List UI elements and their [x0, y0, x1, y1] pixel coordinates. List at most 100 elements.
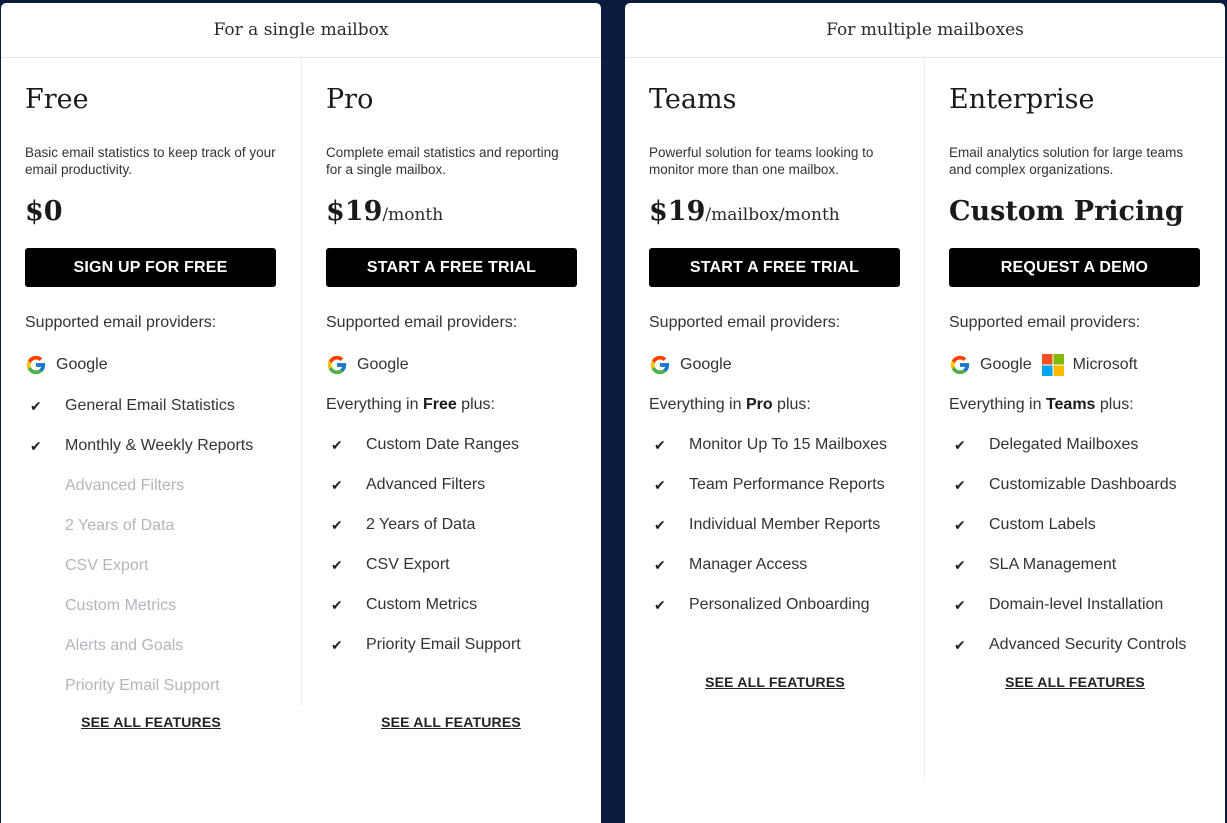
feature-item: ✔ Custom Metrics	[326, 585, 577, 625]
checkmark-icon: ✔	[331, 516, 343, 533]
everything-prefix: Everything in	[326, 396, 423, 413]
feature-label: Priority Email Support	[65, 677, 220, 694]
see-all-features-link[interactable]: SEE ALL FEATURES	[301, 714, 601, 730]
plan-price: $19/mailbox/month	[649, 190, 900, 234]
start-free-trial-button[interactable]: START A FREE TRIAL	[649, 248, 900, 287]
feature-label: Priority Email Support	[366, 636, 521, 653]
feature-item: 2 Years of Data	[25, 506, 277, 546]
everything-prefix: Everything in	[649, 396, 746, 413]
plan-card-free: Free Basic email statistics to keep trac…	[1, 58, 301, 706]
feature-item: ✔ Advanced Filters	[326, 465, 577, 505]
feature-label: Team Performance Reports	[689, 476, 885, 493]
feature-list: ✔ Custom Date Ranges ✔ Advanced Filters ✔ 2 Y…	[326, 425, 577, 665]
providers-list: Google	[326, 353, 577, 377]
plan-price: $0	[25, 190, 277, 234]
feature-item: CSV Export	[25, 546, 277, 586]
checkmark-icon: ✔	[654, 556, 666, 573]
group-title: For multiple mailboxes	[625, 3, 1225, 58]
feature-label: Personalized Onboarding	[689, 596, 870, 613]
checkmark-icon: ✔	[954, 436, 966, 453]
plan-name: Pro	[326, 84, 374, 115]
plan-description: Email analytics solution for large teams…	[949, 145, 1184, 177]
feature-label: SLA Management	[989, 556, 1117, 573]
see-all-features-link[interactable]: SEE ALL FEATURES	[1, 714, 301, 730]
checkmark-icon: ✔	[331, 476, 343, 493]
microsoft-icon	[1041, 354, 1064, 376]
google-icon	[327, 355, 347, 375]
see-all-features-link[interactable]: SEE ALL FEATURES	[925, 674, 1225, 690]
feature-label: 2 Years of Data	[366, 516, 476, 533]
everything-prefix: Everything in	[949, 396, 1046, 413]
providers-list: Google Microsoft	[949, 353, 1201, 377]
checkmark-icon: ✔	[331, 436, 343, 453]
everything-in-label: Everything in Pro plus:	[649, 396, 900, 416]
see-all-features-link-text[interactable]: SEE ALL FEATURES	[81, 714, 221, 730]
feature-item: ✔ Monthly & Weekly Reports	[25, 426, 277, 466]
feature-item: ✔ Delegated Mailboxes	[949, 425, 1201, 465]
provider-label: Google	[980, 356, 1032, 373]
feature-label: Customizable Dashboards	[989, 476, 1177, 493]
feature-list: ✔ General Email Statistics ✔ Monthly & Week…	[25, 386, 277, 706]
plan-card-enterprise: Enterprise Email analytics solution for …	[925, 58, 1225, 778]
price-amount: $0	[25, 196, 63, 227]
providers-label: Supported email providers:	[649, 314, 841, 331]
feature-item: ✔ Individual Member Reports	[649, 505, 900, 545]
price-amount: $19	[649, 196, 706, 227]
feature-item: Advanced Filters	[25, 466, 277, 506]
providers-label: Supported email providers:	[25, 314, 217, 331]
google-icon	[950, 355, 970, 375]
feature-label: 2 Years of Data	[65, 517, 175, 534]
provider-label: Google	[680, 356, 732, 373]
everything-suffix: plus:	[1095, 396, 1134, 413]
feature-label: General Email Statistics	[65, 397, 235, 414]
feature-label: Advanced Security Controls	[989, 636, 1187, 653]
feature-label: Advanced Filters	[366, 476, 486, 493]
feature-label: Manager Access	[689, 556, 808, 573]
provider-google: Google	[326, 354, 409, 376]
feature-item: ✔ Manager Access	[649, 545, 900, 585]
feature-item: ✔ General Email Statistics	[25, 386, 277, 426]
checkmark-icon: ✔	[331, 636, 343, 653]
feature-label: Individual Member Reports	[689, 516, 881, 533]
providers-list: Google	[25, 353, 277, 377]
feature-item: ✔ Domain-level Installation	[949, 585, 1201, 625]
see-all-features-link-text[interactable]: SEE ALL FEATURES	[1005, 674, 1145, 690]
everything-plan: Teams	[1045, 396, 1096, 413]
sign-up-free-button[interactable]: SIGN UP FOR FREE	[25, 248, 276, 287]
checkmark-icon: ✔	[654, 436, 666, 453]
provider-label: Google	[357, 356, 409, 373]
start-free-trial-button[interactable]: START A FREE TRIAL	[326, 248, 577, 287]
plan-description: Complete email statistics and reporting …	[326, 145, 559, 177]
feature-label: CSV Export	[65, 557, 149, 574]
provider-google: Google	[949, 354, 1032, 376]
checkmark-icon: ✔	[954, 636, 966, 653]
feature-item: ✔ Priority Email Support	[326, 625, 577, 665]
feature-label: Alerts and Goals	[65, 637, 184, 654]
group-title: For a single mailbox	[1, 3, 601, 58]
feature-item: ✔ Monitor Up To 15 Mailboxes	[649, 425, 900, 465]
feature-label: Delegated Mailboxes	[989, 436, 1139, 453]
checkmark-icon: ✔	[954, 476, 966, 493]
provider-google: Google	[649, 354, 732, 376]
see-all-features-link-text[interactable]: SEE ALL FEATURES	[381, 714, 521, 730]
feature-item: ✔ Custom Date Ranges	[326, 425, 577, 465]
feature-label: Custom Metrics	[65, 597, 177, 614]
plan-price: Custom Pricing	[949, 190, 1201, 234]
checkmark-icon: ✔	[30, 397, 42, 414]
feature-label: Monitor Up To 15 Mailboxes	[689, 436, 888, 453]
see-all-features-link[interactable]: SEE ALL FEATURES	[625, 674, 925, 690]
everything-in-label: Everything in Free plus:	[326, 396, 577, 416]
feature-item: Alerts and Goals	[25, 626, 277, 666]
see-all-features-link-text[interactable]: SEE ALL FEATURES	[705, 674, 845, 690]
checkmark-icon: ✔	[654, 596, 666, 613]
feature-item: ✔ Team Performance Reports	[649, 465, 900, 505]
plan-price: $19/month	[326, 190, 577, 234]
feature-item: ✔ Custom Labels	[949, 505, 1201, 545]
request-demo-button[interactable]: REQUEST A DEMO	[949, 248, 1200, 287]
single-mailbox-group: For a single mailbox Free Basic email st…	[1, 3, 601, 823]
checkmark-icon: ✔	[30, 437, 42, 454]
feature-item: ✔ SLA Management	[949, 545, 1201, 585]
provider-label: Microsoft	[1072, 356, 1138, 373]
everything-in-label: Everything in Teams plus:	[949, 396, 1201, 416]
price-amount: Custom Pricing	[949, 196, 1184, 227]
